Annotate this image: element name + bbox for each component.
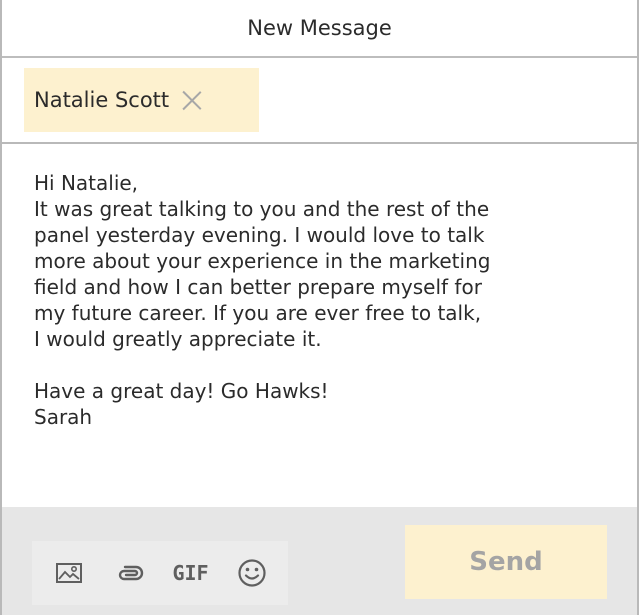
gif-label: GIF <box>172 561 209 585</box>
message-body[interactable]: Hi Natalie, It was great talking to you … <box>34 170 624 430</box>
send-button[interactable]: Send <box>405 525 607 599</box>
recipient-chip-label: Natalie Scott <box>34 88 170 112</box>
window-title: New Message <box>247 16 392 40</box>
attachment-options: GIF <box>32 541 288 605</box>
close-icon[interactable] <box>181 89 203 111</box>
recipient-chip[interactable]: Natalie Scott <box>24 68 259 132</box>
emoji-icon[interactable] <box>232 553 272 593</box>
image-icon[interactable] <box>49 553 89 593</box>
gif-icon[interactable]: GIF <box>171 553 211 593</box>
new-message-window: New Message Natalie Scott Hi Natalie, It… <box>0 0 639 615</box>
attachment-icon[interactable] <box>110 553 150 593</box>
compose-toolbar: GIF Send <box>2 507 637 615</box>
recipient-field[interactable]: Natalie Scott <box>2 58 637 144</box>
window-header: New Message <box>2 0 637 58</box>
